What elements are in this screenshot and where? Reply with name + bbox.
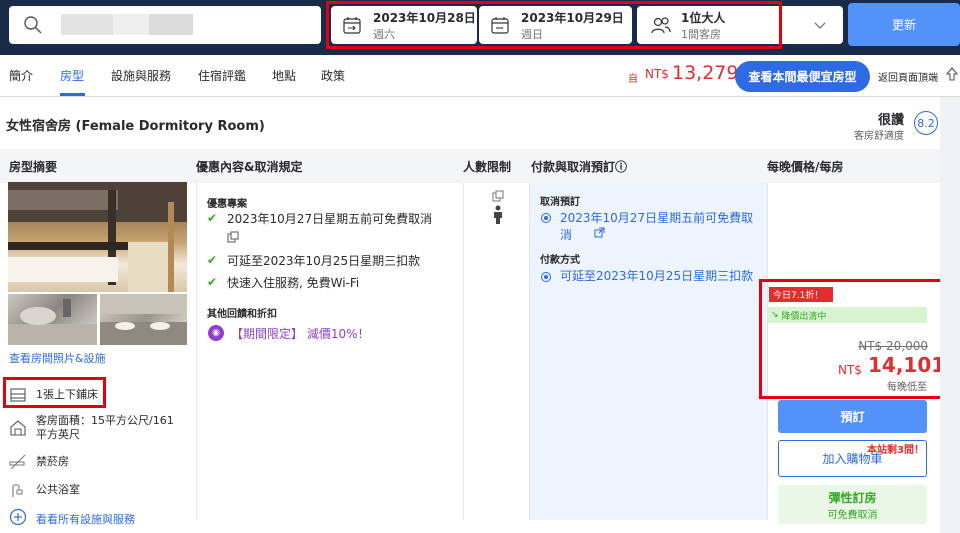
- right-gutter: [940, 97, 960, 533]
- update-search-button[interactable]: 更新: [848, 3, 960, 46]
- view-room-photos-link[interactable]: 查看房間照片&設施: [9, 350, 106, 366]
- redacted-text: [61, 14, 113, 35]
- payment-column: 取消預訂 2023年10月27日星期五前可免費取消 付款方式 可延至2023年1…: [530, 183, 767, 520]
- tab-overview[interactable]: 簡介: [9, 67, 33, 84]
- benefit-express-checkin: 快速入住服務, 免費Wi-Fi: [227, 276, 360, 290]
- tab-policies[interactable]: 政策: [321, 67, 345, 84]
- flexible-booking-box: 彈性訂房 可免費取消: [778, 485, 927, 524]
- amenity-shared-bathroom: 公共浴室: [36, 483, 80, 496]
- highlight-box-dates-guests: [326, 1, 782, 49]
- room-photo-sinks[interactable]: [100, 294, 187, 345]
- col-header-summary: 房型摘要: [9, 160, 58, 174]
- search-icon: [24, 16, 42, 34]
- book-button[interactable]: 預訂: [778, 400, 927, 433]
- back-to-top-link[interactable]: 返回頁面頂端: [878, 69, 938, 84]
- col-header-payment: 付款與取消預訂ⓘ: [531, 160, 628, 174]
- from-currency: NT$: [645, 67, 669, 81]
- radio-dot-icon: [541, 213, 551, 223]
- from-price: 13,279: [672, 62, 739, 84]
- plus-circle-icon[interactable]: [9, 508, 27, 526]
- arrow-up-icon[interactable]: [945, 66, 959, 82]
- highlight-box-bed: [3, 377, 106, 408]
- payment-method-text[interactable]: 可延至2023年10月25日星期三扣款: [560, 268, 753, 285]
- highlight-box-price: [759, 279, 944, 399]
- room-photo-main[interactable]: [8, 182, 187, 292]
- from-label: 自: [628, 74, 638, 85]
- tab-reviews[interactable]: 住宿評鑑: [198, 67, 246, 84]
- room-photo-bathroom[interactable]: [8, 294, 97, 345]
- tab-location[interactable]: 地點: [272, 67, 296, 84]
- rating-subtitle: 客房舒適度: [854, 131, 904, 142]
- room-size-icon: [10, 420, 26, 436]
- flex-booking-sub: 可免費取消: [827, 510, 878, 521]
- external-link-icon[interactable]: [594, 227, 605, 238]
- payment-method-title: 付款方式: [540, 255, 580, 266]
- benefit-pay-later: 可延至2023年10月25日星期三扣款: [227, 254, 421, 268]
- sinks-photo: [100, 294, 187, 345]
- person-icon: [494, 205, 502, 224]
- copy-icon: [227, 231, 239, 243]
- room-title: 女性宿舍房 (Female Dormitory Room): [6, 119, 265, 134]
- bathroom-photo: [8, 299, 97, 345]
- capacity-column: [463, 183, 530, 520]
- rating-word: 很讚: [877, 113, 904, 128]
- shower-icon: [12, 484, 23, 497]
- tab-rooms[interactable]: 房型: [60, 67, 84, 84]
- tab-facilities[interactable]: 設施與服務: [111, 67, 171, 84]
- check-icon: ✔: [207, 211, 218, 225]
- col-header-price: 每晚價格/每房: [767, 160, 844, 174]
- col-header-offer: 優惠內容&取消規定: [196, 160, 303, 174]
- benefit-free-cancel: 2023年10月27日星期五前可免費取消: [227, 212, 433, 226]
- all-amenities-link[interactable]: 看看所有設施與服務: [36, 511, 135, 527]
- active-tab-indicator: [60, 93, 85, 96]
- flex-booking-title: 彈性訂房: [828, 491, 877, 505]
- section-nav: 簡介 房型 設施與服務 住宿評鑑 地點 政策 自 NT$ 13,279 查看本間…: [0, 55, 960, 97]
- radio-dot-icon: [541, 272, 551, 282]
- chevron-down-icon: [814, 22, 826, 29]
- redacted-text: [149, 14, 193, 35]
- promo-text: 【期間限定】 減價10%！: [231, 327, 370, 341]
- check-icon: ✔: [207, 275, 218, 289]
- offer-column: 優惠專案 ✔ 2023年10月27日星期五前可免費取消 ✔ 可延至2023年10…: [196, 183, 463, 520]
- promo-badge-icon: ◉: [208, 325, 224, 341]
- col-header-capacity: 人數限制: [463, 160, 512, 174]
- amenity-no-smoking: 禁菸房: [36, 455, 69, 468]
- check-icon: ✔: [207, 253, 218, 267]
- room-card: 女性宿舍房 (Female Dormitory Room) 很讚 客房舒適度 8…: [0, 97, 960, 533]
- other-discounts-title: 其他回饋和折扣: [207, 309, 277, 320]
- rooms-left-notice: 本站剩3間！: [867, 445, 924, 456]
- search-input[interactable]: [9, 6, 321, 44]
- view-cheapest-room-button[interactable]: 查看本間最便宜房型: [735, 61, 870, 92]
- offer-title: 優惠專案: [207, 199, 247, 210]
- redacted-text: [113, 14, 149, 35]
- cancel-title: 取消預訂: [540, 197, 580, 208]
- no-smoking-icon: [9, 454, 26, 470]
- rating-score-badge: 8.2: [914, 111, 938, 135]
- cancel-policy-text[interactable]: 2023年10月27日星期五前可免費取消: [560, 210, 760, 244]
- amenity-room-size: 客房面積：15平方公尺/161平方英尺: [36, 414, 174, 441]
- bunk-bed-photo: [8, 182, 187, 292]
- copy-icon: [492, 190, 504, 202]
